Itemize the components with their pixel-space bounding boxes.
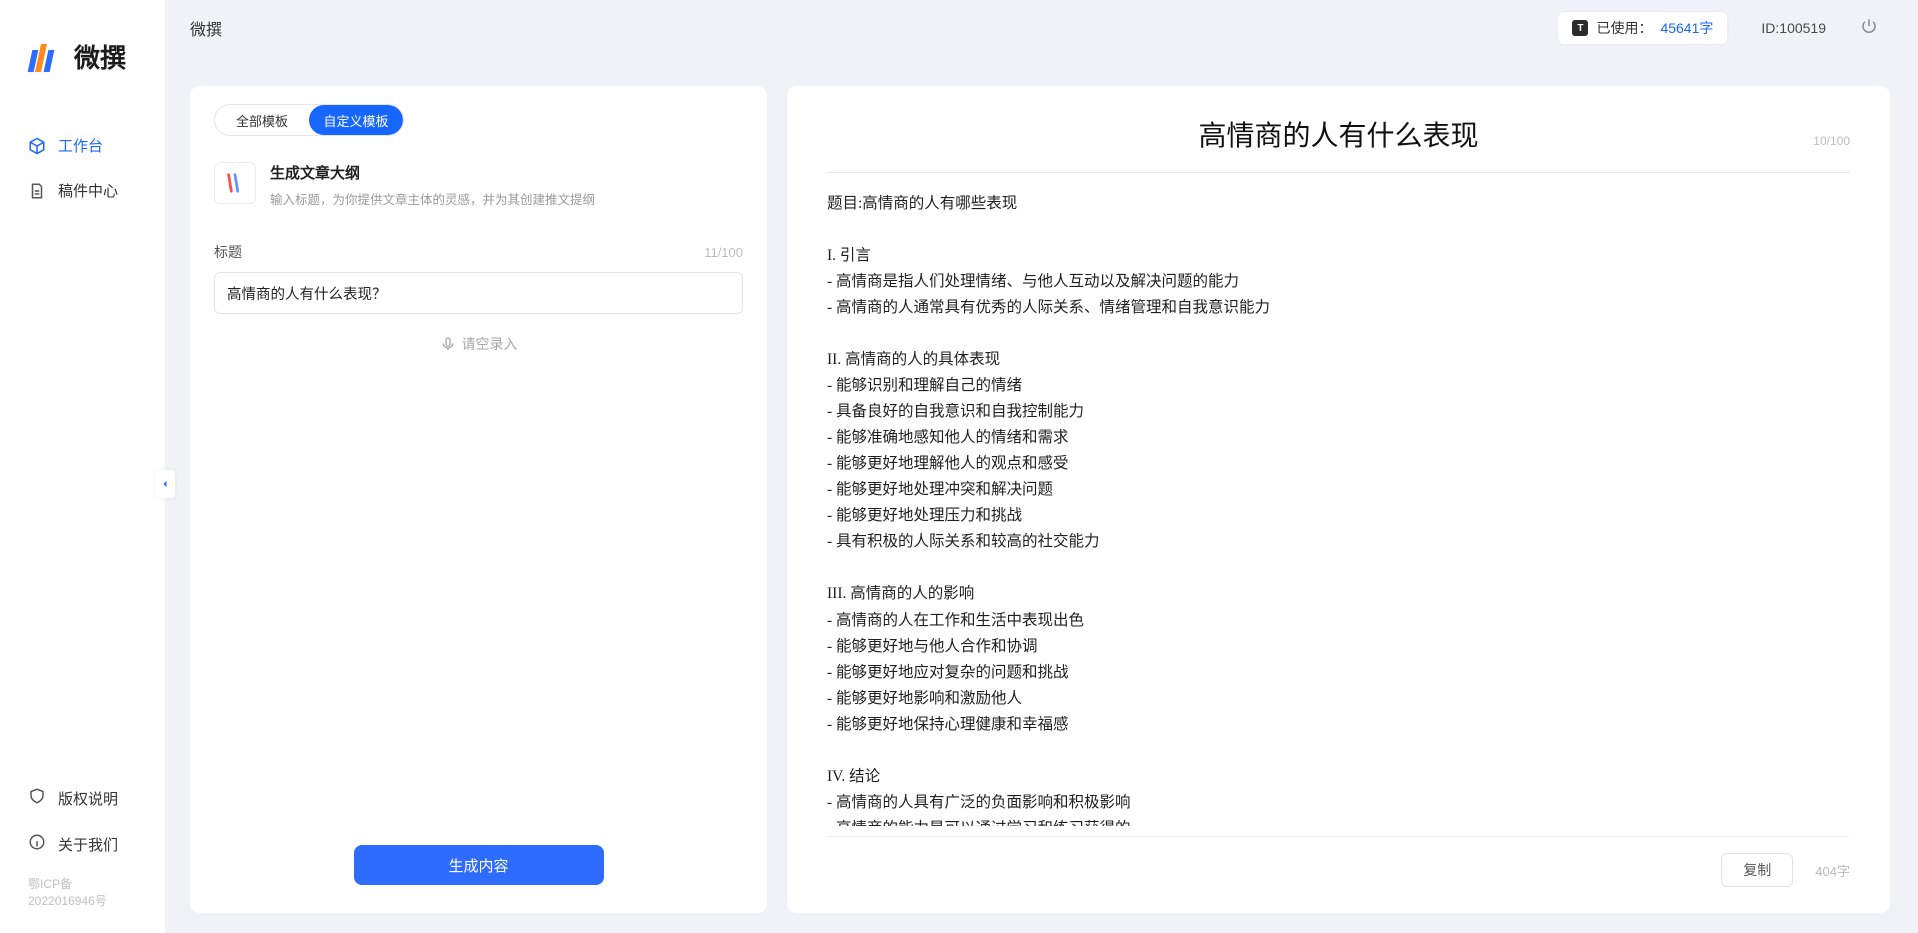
copy-label: 复制 (1743, 862, 1771, 878)
usage-label: 已使用： (1596, 18, 1652, 38)
shield-icon (28, 787, 46, 809)
main: 全部模板 自定义模板 生成文章大纲 输入标题，为你提供文章主体的灵感，并为其创建… (165, 56, 1918, 933)
logo-icon (30, 42, 66, 72)
logo-text: 微撰 (74, 38, 126, 75)
tab-all-templates[interactable]: 全部模板 (215, 105, 309, 135)
sidebar-item-label: 工作台 (58, 135, 103, 156)
sidebar-item-label: 版权说明 (58, 788, 118, 809)
sidebar-item-copyright[interactable]: 版权说明 (0, 777, 165, 819)
topbar: 微撰 T 已使用： 45641字 ID:100519 (165, 0, 1918, 56)
tab-label: 全部模板 (236, 111, 288, 130)
user-id: ID:100519 (1761, 20, 1826, 36)
sidebar-item-label: 稿件中心 (58, 180, 118, 201)
sidebar-item-label: 关于我们 (58, 834, 118, 855)
field-label: 标题 (214, 242, 242, 262)
tab-label: 自定义模板 (323, 111, 388, 130)
text-badge-icon: T (1572, 20, 1588, 36)
sidebar-item-about[interactable]: 关于我们 (0, 823, 165, 865)
template-subtitle: 输入标题，为你提供文章主体的灵感，并为其创建推文提纲 (270, 189, 595, 208)
cube-icon (28, 137, 46, 155)
template-tabs: 全部模板 自定义模板 (214, 104, 404, 136)
generate-label: 生成内容 (448, 858, 508, 875)
info-icon (28, 833, 46, 855)
result-title-count: 10/100 (1813, 134, 1850, 148)
result-char-count: 404字 (1815, 861, 1850, 880)
voice-label: 请空录入 (462, 334, 518, 354)
right-panel: 高情商的人有什么表现 10/100 题目:高情商的人有哪些表现 I. 引言 - … (787, 86, 1890, 913)
template-meta: 生成文章大纲 输入标题，为你提供文章主体的灵感，并为其创建推文提纲 (270, 162, 595, 208)
power-icon[interactable] (1860, 17, 1878, 40)
divider (827, 172, 1850, 173)
title-field-block: 标题 11/100 (214, 242, 743, 314)
page-title: 微撰 (190, 16, 222, 40)
copy-button[interactable]: 复制 (1721, 853, 1793, 887)
template-title: 生成文章大纲 (270, 162, 595, 183)
usage-count: 45641字 (1660, 18, 1713, 38)
template-thumb-icon (214, 162, 256, 204)
field-count: 11/100 (704, 245, 743, 260)
sidebar-item-workbench[interactable]: 工作台 (0, 125, 165, 166)
result-body[interactable]: 题目:高情商的人有哪些表现 I. 引言 - 高情商是指人们处理情绪、与他人互动以… (827, 191, 1850, 826)
generate-button[interactable]: 生成内容 (354, 845, 604, 885)
sidebar-bottom: 版权说明 关于我们 鄂ICP备2022016946号 (0, 777, 165, 933)
sidebar: 微撰 工作台 稿件中心 版权说明 关于我们 鄂ICP备 (0, 0, 165, 933)
voice-input-row[interactable]: 请空录入 (214, 334, 743, 354)
icp-text: 鄂ICP备2022016946号 (0, 869, 165, 923)
topbar-right: T 已使用： 45641字 ID:100519 (1558, 12, 1878, 44)
sidebar-nav: 工作台 稿件中心 (0, 125, 165, 211)
draft-icon (28, 182, 46, 200)
result-title: 高情商的人有什么表现 (827, 108, 1850, 166)
result-footer: 复制 404字 (827, 836, 1850, 887)
sidebar-item-drafts[interactable]: 稿件中心 (0, 170, 165, 211)
mic-icon (440, 336, 456, 352)
tab-custom-templates[interactable]: 自定义模板 (309, 105, 403, 135)
usage-pill[interactable]: T 已使用： 45641字 (1558, 12, 1727, 44)
app-logo: 微撰 (0, 38, 165, 75)
title-input[interactable] (214, 272, 743, 314)
template-card: 生成文章大纲 输入标题，为你提供文章主体的灵感，并为其创建推文提纲 (214, 162, 743, 208)
left-panel: 全部模板 自定义模板 生成文章大纲 输入标题，为你提供文章主体的灵感，并为其创建… (190, 86, 767, 913)
